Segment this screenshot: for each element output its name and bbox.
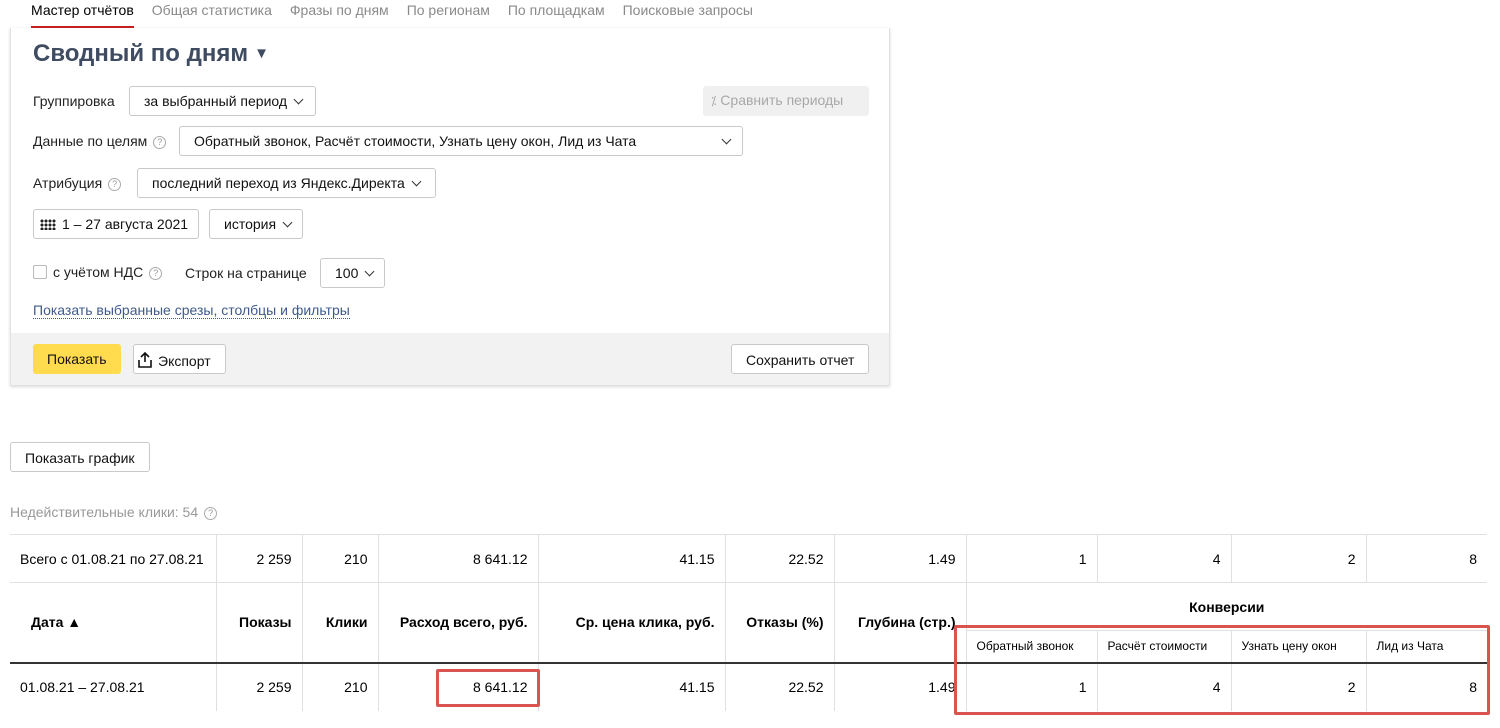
report-settings-panel: Сводный по дням ▼ Группировка за выбранны… [10,28,890,386]
table-cell: 1.49 [834,662,967,711]
table-cell: 2 [1231,662,1367,711]
help-icon[interactable]: ? [108,178,122,191]
table-cell: 1 [966,662,1098,711]
col-header-goal-window-price[interactable]: Узнать цену окон [1231,630,1367,664]
table-row: 01.08.21 – 27.08.21 2 259 210 8 641.12 4… [10,662,1487,711]
tab-search-queries[interactable]: Поисковые запросы [623,0,753,28]
total-cell: 2 [1231,534,1367,583]
col-header-goal-callback[interactable]: Обратный звонок [966,630,1098,664]
rows-per-page-select[interactable]: 100 [320,258,385,288]
report-title[interactable]: Сводный по дням ▼ [33,40,269,68]
total-cell: 22.52 [725,534,835,583]
show-filters-link[interactable]: Показать выбранные срезы, столбцы и филь… [33,302,350,319]
export-label: Экспорт [158,353,211,369]
caret-down-icon: ▼ [254,45,269,62]
compare-icon: ⁒ [711,94,717,108]
total-cell: 8 [1366,534,1487,583]
col-header-impressions[interactable]: Показы [216,582,303,664]
history-value: история [224,216,277,232]
tab-phrases-by-day[interactable]: Фразы по дням [290,0,389,28]
help-icon[interactable]: ? [149,267,163,280]
history-select[interactable]: история [209,209,303,239]
help-icon[interactable]: ? [153,136,167,149]
total-cell: 210 [302,534,379,583]
total-cell: 1 [966,534,1098,583]
report-tabs: Мастер отчётов Общая статистика Фразы по… [0,0,771,30]
show-chart-button[interactable]: Показать график [10,442,150,472]
total-cell: 8 641.12 [378,534,539,583]
export-icon [138,352,152,368]
compare-label: Сравнить периоды [720,92,844,108]
goals-label-text: Данные по целям [33,133,148,149]
rows-per-page-label: Строк на странице [185,265,307,281]
col-header-avg-cpc[interactable]: Ср. цена клика, руб. [538,582,726,664]
col-header-spend[interactable]: Расход всего, руб. [378,582,539,664]
rows-per-page-value: 100 [335,265,359,281]
header-row: Дата ▲ Показы Клики Расход всего, руб. С… [10,582,1487,664]
goals-select[interactable]: Обратный звонок, Расчёт стоимости, Узнат… [179,126,743,156]
help-icon[interactable]: ? [204,507,218,520]
calendar-icon [40,219,56,230]
grouping-select[interactable]: за выбранный период [129,86,316,116]
table-cell: 4 [1097,662,1232,711]
col-header-goal-chat-lead[interactable]: Лид из Чата [1366,630,1487,664]
total-row: Всего с 01.08.21 по 27.08.21 2 259 210 8… [10,534,1487,583]
goals-label: Данные по целям? [33,133,167,149]
attribution-label: Атрибуция? [33,175,122,191]
col-header-goal-cost-calc[interactable]: Расчёт стоимости [1097,630,1232,664]
grouping-value: за выбранный период [144,93,288,109]
chevron-down-icon [293,94,304,105]
table-cell: 8 [1469,679,1477,695]
total-cell: 2 259 [216,534,303,583]
date-range-value: 1 – 27 августа 2021 [62,216,189,232]
table-cell: 210 [302,662,379,711]
col-header-clicks[interactable]: Клики [302,582,379,664]
table-cell: 41.15 [538,662,726,711]
col-header-date[interactable]: Дата ▲ [10,582,217,664]
chevron-down-icon [364,266,375,277]
vat-checkbox-row[interactable]: с учётом НДС? [33,264,163,280]
tab-by-platforms[interactable]: По площадкам [508,0,605,28]
invalid-clicks-text: Недействительные клики: 54 [10,504,199,520]
total-cell: Всего с 01.08.21 по 27.08.21 [10,534,217,583]
vat-checkbox[interactable] [33,265,47,279]
attribution-label-text: Атрибуция [33,175,103,191]
panel-footer: Показать Экспорт Сохранить отчет [11,333,889,385]
table-cell: 8 641.12 [378,662,539,711]
total-cell: 1.49 [834,534,967,583]
invalid-clicks: Недействительные клики: 54? [10,504,218,520]
table-cell: 01.08.21 – 27.08.21 [10,662,217,711]
report-title-text: Сводный по дням [33,40,249,67]
tab-by-regions[interactable]: По регионам [407,0,490,28]
chevron-down-icon [721,134,732,145]
vat-label: с учётом НДС [53,264,144,280]
stats-table: Всего с 01.08.21 по 27.08.21 2 259 210 8… [10,534,1487,711]
export-button[interactable]: Экспорт [133,344,226,374]
date-range-picker[interactable]: 1 – 27 августа 2021 [33,209,199,239]
col-header-conversions: Конверсии [966,582,1487,631]
table-cell: 22.52 [725,662,835,711]
show-button[interactable]: Показать [33,344,121,374]
col-header-depth[interactable]: Глубина (стр.) [834,582,967,664]
attribution-select[interactable]: последний переход из Яндекс.Директа [137,168,436,198]
tab-report-master[interactable]: Мастер отчётов [31,0,134,28]
col-header-bounce[interactable]: Отказы (%) [725,582,835,664]
tab-general-stats[interactable]: Общая статистика [152,0,272,28]
chevron-down-icon [411,176,422,187]
compare-periods-button[interactable]: ⁒ Сравнить периоды [703,86,869,116]
save-report-button[interactable]: Сохранить отчет [731,344,870,374]
grouping-label: Группировка [33,93,115,109]
table-cell: 2 259 [216,662,303,711]
chevron-down-icon [282,217,293,228]
total-cell: 4 [1097,534,1232,583]
goals-value: Обратный звонок, Расчёт стоимости, Узнат… [194,133,637,149]
attribution-value: последний переход из Яндекс.Директа [152,175,405,191]
total-cell: 41.15 [538,534,726,583]
